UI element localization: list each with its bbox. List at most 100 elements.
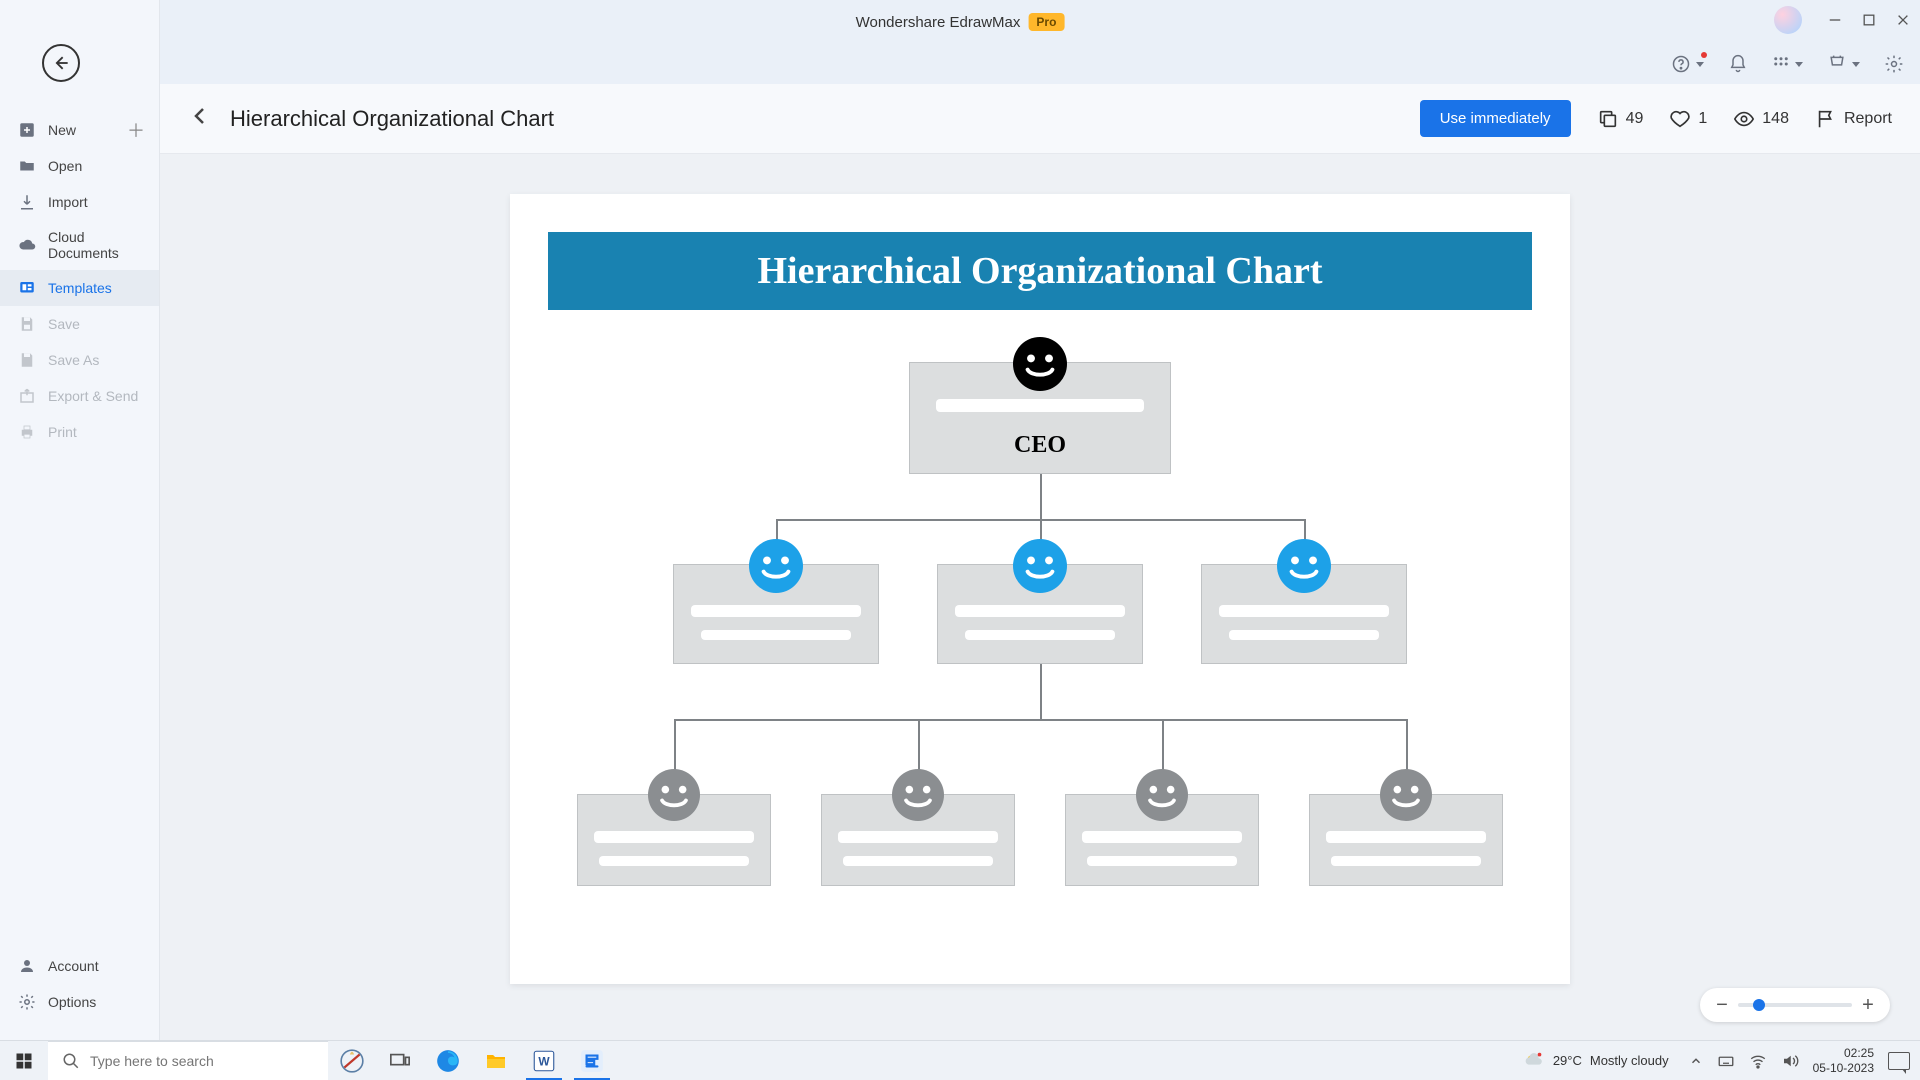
- smiley-gray-icon: [1380, 769, 1432, 821]
- report-label: Report: [1844, 110, 1892, 128]
- placeholder-bar: [1087, 856, 1237, 866]
- tray-wifi-icon[interactable]: [1749, 1052, 1767, 1070]
- smiley-blue-icon: [749, 539, 803, 593]
- views-count: 148: [1762, 110, 1789, 128]
- org-node-leaf: [577, 794, 771, 886]
- save-icon: [18, 315, 36, 333]
- smiley-blue-icon: [1013, 539, 1067, 593]
- zoom-thumb[interactable]: [1753, 999, 1765, 1011]
- org-node-mid: [1201, 564, 1407, 664]
- use-immediately-button[interactable]: Use immediately: [1420, 100, 1571, 137]
- taskbar-app-edrawmax[interactable]: [568, 1041, 616, 1080]
- placeholder-bar: [936, 399, 1144, 412]
- tray-keyboard-icon[interactable]: [1717, 1052, 1735, 1070]
- tray-chevron-up-icon[interactable]: [1689, 1054, 1703, 1068]
- search-input[interactable]: [90, 1053, 328, 1069]
- apps-icon[interactable]: [1772, 55, 1803, 73]
- placeholder-bar: [1229, 630, 1379, 640]
- placeholder-bar: [599, 856, 749, 866]
- import-icon: [18, 193, 36, 211]
- notification-dot-icon: [1701, 52, 1707, 58]
- taskbar-app-taskview[interactable]: [376, 1041, 424, 1080]
- taskbar-app-word[interactable]: W: [520, 1041, 568, 1080]
- sidebar-item-open[interactable]: Open: [0, 148, 159, 184]
- zoom-out-button[interactable]: −: [1714, 994, 1730, 1017]
- sidebar-item-import[interactable]: Import: [0, 184, 159, 220]
- zoom-slider[interactable]: [1738, 1003, 1852, 1007]
- gear-icon: [18, 993, 36, 1011]
- sidebar-item-new[interactable]: New ＋: [0, 112, 159, 148]
- smiley-gray-icon: [1136, 769, 1188, 821]
- sidebar-item-options[interactable]: Options: [0, 984, 159, 1020]
- eye-icon: [1733, 108, 1755, 130]
- action-center-icon[interactable]: [1888, 1052, 1910, 1070]
- zoom-control: − +: [1700, 988, 1890, 1022]
- top-toolbar: [0, 44, 1920, 84]
- sidebar-item-print: Print: [0, 414, 159, 450]
- clock-date: 05-10-2023: [1813, 1061, 1874, 1075]
- weather-icon: [1523, 1050, 1545, 1072]
- canvas-viewport[interactable]: Hierarchical Organizational Chart CEO: [160, 154, 1920, 1040]
- copy-icon: [1597, 108, 1619, 130]
- settings-gear-icon[interactable]: [1884, 54, 1904, 74]
- back-button[interactable]: [42, 44, 80, 82]
- taskbar-weather[interactable]: 29°C Mostly cloudy: [1523, 1050, 1669, 1072]
- bell-icon[interactable]: [1728, 54, 1748, 74]
- template-banner: Hierarchical Organizational Chart: [548, 232, 1532, 310]
- clock-time: 02:25: [1813, 1046, 1874, 1060]
- likes-count: 1: [1698, 110, 1707, 128]
- taskbar-search[interactable]: [48, 1041, 328, 1080]
- smiley-gray-icon: [648, 769, 700, 821]
- sidebar-item-label: New: [48, 122, 76, 138]
- maximize-button[interactable]: [1860, 11, 1878, 29]
- tray-volume-icon[interactable]: [1781, 1052, 1799, 1070]
- copies-stat[interactable]: 49: [1597, 108, 1644, 130]
- sidebar-item-label: Save: [48, 316, 80, 332]
- likes-stat[interactable]: 1: [1669, 108, 1707, 130]
- org-node-leaf: [821, 794, 1015, 886]
- cloud-icon: [18, 236, 36, 254]
- help-icon[interactable]: [1671, 54, 1704, 74]
- save-as-icon: [18, 351, 36, 369]
- heart-icon: [1669, 108, 1691, 130]
- search-icon: [62, 1052, 80, 1070]
- add-new-icon[interactable]: ＋: [127, 117, 145, 143]
- minimize-button[interactable]: [1826, 11, 1844, 29]
- sidebar-item-templates[interactable]: Templates: [0, 270, 159, 306]
- start-button[interactable]: [0, 1041, 48, 1080]
- flag-icon: [1815, 108, 1837, 130]
- taskbar-app-edge[interactable]: [424, 1041, 472, 1080]
- connector-line: [1040, 664, 1042, 719]
- header-back-button[interactable]: [188, 104, 212, 133]
- taskbar-app-cortana[interactable]: [328, 1041, 376, 1080]
- page-title: Hierarchical Organizational Chart: [230, 106, 554, 132]
- weather-text: Mostly cloudy: [1590, 1053, 1669, 1068]
- placeholder-bar: [843, 856, 993, 866]
- org-node-leaf: [1065, 794, 1259, 886]
- sidebar-item-save-as: Save As: [0, 342, 159, 378]
- pro-badge: Pro: [1028, 13, 1064, 31]
- smiley-black-icon: [1013, 337, 1067, 391]
- template-preview: Hierarchical Organizational Chart CEO: [510, 194, 1570, 984]
- sidebar-item-export: Export & Send: [0, 378, 159, 414]
- sidebar-item-label: Account: [48, 958, 99, 974]
- views-stat[interactable]: 148: [1733, 108, 1789, 130]
- print-icon: [18, 423, 36, 441]
- taskbar-app-explorer[interactable]: [472, 1041, 520, 1080]
- close-button[interactable]: [1894, 11, 1912, 29]
- user-avatar[interactable]: [1774, 6, 1802, 34]
- connector-line: [1040, 474, 1042, 519]
- taskbar-clock[interactable]: 02:25 05-10-2023: [1813, 1046, 1874, 1075]
- org-node-mid: [673, 564, 879, 664]
- sidebar-item-account[interactable]: Account: [0, 948, 159, 984]
- sidebar-item-cloud-documents[interactable]: Cloud Documents: [0, 220, 159, 270]
- app-title: Wondershare EdrawMax: [856, 14, 1021, 31]
- copies-count: 49: [1626, 110, 1644, 128]
- report-button[interactable]: Report: [1815, 108, 1892, 130]
- sidebar-item-label: Save As: [48, 352, 99, 368]
- left-sidebar: New ＋ Open Import Cloud Documents Templa…: [0, 0, 160, 1040]
- zoom-in-button[interactable]: +: [1860, 994, 1876, 1017]
- cart-icon[interactable]: [1827, 54, 1860, 74]
- placeholder-bar: [594, 831, 754, 843]
- placeholder-bar: [691, 605, 861, 617]
